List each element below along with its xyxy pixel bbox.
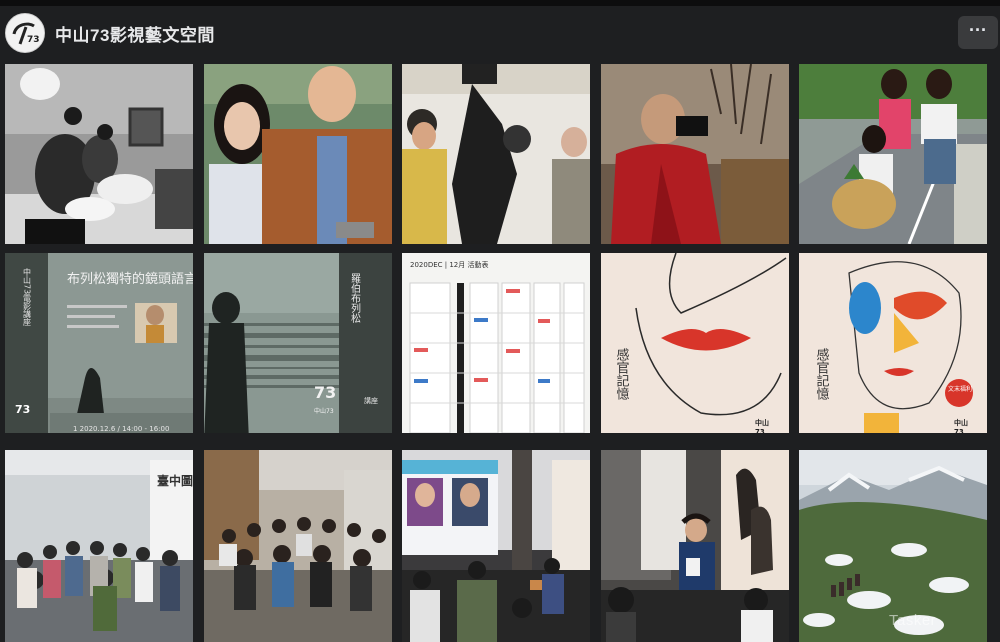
audience-banner: 臺中圖 [157,473,193,488]
poster-tile-bresson[interactable]: 羅伯布列松 73 中山73 講座 [204,253,392,433]
senses-poster-lips: 感官記憶 中山 73 [601,253,789,433]
monk-with-camera-photo [601,64,789,244]
audience-seated-photo [204,450,392,642]
lecture-title: 布列松獨特的鏡頭語言 [67,271,193,287]
bresson-logo: 73 [314,383,336,402]
audience-room-photo: 臺中圖 [5,450,193,642]
photo-tile-monk-camera[interactable] [601,64,789,244]
bresson-vertical-title: 羅伯布列松 [349,273,361,324]
photo-tile-audience-room[interactable]: 臺中圖 [5,450,193,642]
poster-tile-lecture[interactable]: 中山73電影講座 布列松獨特的鏡頭語言 1 2020.12.6 / 14:00 … [5,253,193,433]
calendar-header: 2020DEC | 12月 活動表 [410,260,488,269]
photo-tile-audience-seated[interactable] [204,450,392,642]
senses-2-badge: 文末福利 [948,385,972,393]
speaker-standing-photo [601,450,789,642]
photo-tile-film-crew[interactable] [402,64,590,244]
senses-poster-face: 文末福利 感官記憶 中山 73 [799,253,987,433]
lecture-logo: 73 [15,403,30,416]
senses-2-logo-num: 73 [954,428,964,433]
event-calendar: 2020DEC | 12月 活動表 [402,253,590,433]
senses-2-logo: 中山 [954,418,968,427]
poster-tile-senses-2[interactable]: 文末福利 感官記憶 中山 73 [799,253,987,433]
couple-portrait-photo [204,64,392,244]
photo-tile-speaker[interactable] [601,450,789,642]
avatar-logo-text: 73 [27,35,40,45]
bresson-logo-sub: 中山73 [314,407,334,415]
lecture-footer: 1 2020.12.6 / 14:00 - 16:00 [73,425,169,433]
lecture-poster: 中山73電影講座 布列松獨特的鏡頭語言 1 2020.12.6 / 14:00 … [5,253,193,433]
page-header: 73 中山73影視藝文空間 ··· [0,6,1000,58]
calendar-tile[interactable]: 2020DEC | 12月 活動表 [402,253,590,433]
poster-tile-senses-1[interactable]: 感官記憶 中山 73 [601,253,789,433]
photo-tile-kids-basket[interactable] [799,64,987,244]
page-title[interactable]: 中山73影視藝文空間 [55,21,215,46]
bresson-poster: 羅伯布列松 73 中山73 講座 [204,253,392,433]
more-options-button[interactable]: ··· [958,16,998,49]
photo-tile-presentation[interactable] [402,450,590,642]
senses-1-logo: 中山 [755,418,769,427]
page-avatar[interactable]: 73 [5,13,45,53]
photo-tile-couple[interactable] [204,64,392,244]
senses-2-text: 感官記憶 [814,347,830,400]
film-camera-crew-photo [402,64,590,244]
watermark-text: Tasker [889,612,937,629]
screen-presentation-photo [402,450,590,642]
pillow-fight-photo [5,64,193,244]
photo-tile-pillow-fight[interactable] [5,64,193,244]
bresson-tag: 講座 [364,396,378,405]
lecture-vertical-title: 中山73電影講座 [23,267,32,327]
senses-1-text: 感官記憶 [614,347,630,400]
kids-with-basket-photo [799,64,987,244]
senses-1-logo-num: 73 [755,428,765,433]
